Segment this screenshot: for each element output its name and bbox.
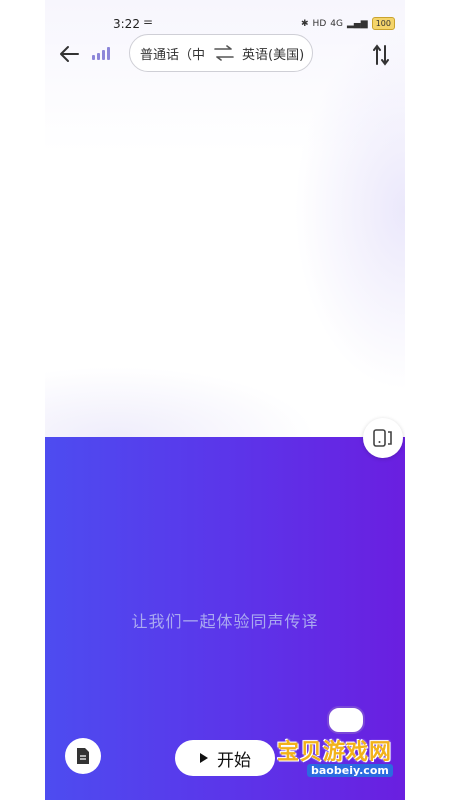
back-button[interactable] — [57, 40, 81, 68]
watermark-text: 宝贝游戏网 — [277, 740, 393, 765]
watermark-url: baobeiy.com — [307, 764, 393, 777]
bluetooth-icon: ✱ — [301, 18, 309, 29]
start-button[interactable]: 开始 — [175, 740, 275, 776]
watermark-logo: 宝贝游戏网 baobeiy.com — [277, 700, 405, 790]
hd-badge: HD — [312, 18, 327, 29]
document-button[interactable] — [65, 738, 101, 774]
gamepad-icon — [327, 706, 365, 734]
swap-language-button[interactable] — [210, 45, 238, 61]
sort-button[interactable] — [370, 42, 392, 68]
battery-indicator: 100 — [371, 17, 395, 30]
prompt-text: 让我们一起体验同声传译 — [131, 612, 319, 631]
app-screen: 3:22 = ✱ HD 4G ▂▄▆ 100 普通话（中国） 英语(美国) — [45, 0, 405, 800]
start-label: 开始 — [217, 750, 251, 771]
status-time: 3:22 — [113, 17, 140, 31]
layout-toggle-button[interactable] — [363, 418, 403, 458]
status-notification: = — [143, 15, 154, 29]
signal-bars-icon — [92, 46, 110, 60]
sort-icon — [373, 44, 389, 66]
layout-toggle-icon — [373, 429, 392, 447]
status-icons: ✱ HD 4G ▂▄▆ 100 — [301, 17, 395, 30]
source-language[interactable]: 普通话（中国） — [140, 44, 206, 63]
language-selector: 普通话（中国） 英语(美国) — [129, 34, 313, 72]
swap-icon — [214, 45, 234, 61]
document-icon — [77, 748, 89, 764]
cell-signal-icon: ▂▄▆ — [346, 18, 368, 29]
network-label: 4G — [330, 18, 343, 29]
back-arrow-icon — [60, 46, 79, 62]
target-language[interactable]: 英语(美国) — [242, 44, 304, 63]
play-icon — [200, 753, 208, 763]
status-bar: 3:22 = ✱ HD 4G ▂▄▆ 100 — [45, 14, 405, 34]
